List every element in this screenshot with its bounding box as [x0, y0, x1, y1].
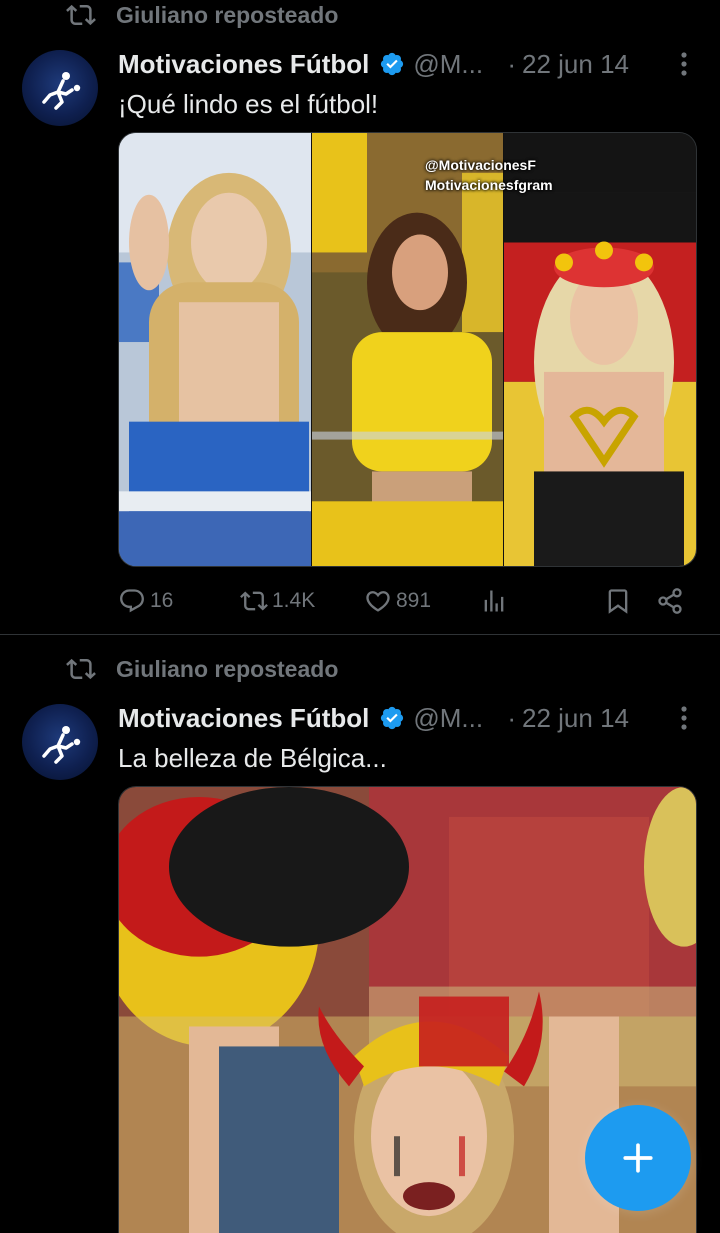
tweet-1[interactable]: Giuliano reposteado Motivaciones Fútbol … [0, 0, 720, 636]
tweet-divider [0, 634, 720, 635]
views-button[interactable] [480, 587, 508, 615]
bookmark-icon [608, 589, 628, 614]
timeline-feed: Giuliano reposteado Motivaciones Fútbol … [0, 0, 720, 1233]
tweet-text: La belleza de Bélgica... [118, 743, 387, 773]
author-handle[interactable]: @M... [413, 49, 493, 80]
separator-dot: · [507, 702, 517, 733]
share-icon [658, 588, 682, 614]
reply-count: 16 [150, 589, 174, 612]
author-handle[interactable]: @M... [413, 703, 493, 734]
reply-icon [120, 589, 144, 613]
author-name[interactable]: Motivaciones Fútbol [118, 703, 369, 734]
media-photo-1[interactable] [119, 133, 311, 566]
media-photo-3[interactable] [504, 133, 696, 566]
tweet-header: Motivaciones Fútbol @M... · 22 jun 14 [118, 700, 696, 736]
like-icon [366, 591, 390, 612]
repost-label: Giuliano reposteado [116, 655, 339, 682]
verified-badge-icon [381, 52, 404, 76]
tweet-date[interactable]: 22 jun 14 [522, 49, 629, 80]
like-button[interactable]: 891 [364, 587, 431, 615]
repost-icon [66, 658, 96, 680]
repost-context[interactable]: Giuliano reposteado [66, 0, 338, 30]
separator-dot: · [507, 48, 517, 79]
repost-button[interactable]: 1.4K [240, 587, 315, 615]
media-photo-2[interactable] [312, 133, 503, 566]
repost-count: 1.4K [272, 589, 316, 612]
tweet-text: ¡Qué lindo es el fútbol! [118, 89, 379, 119]
watermark-line-2: Motivacionesfgram [425, 177, 553, 193]
verified-badge-icon [381, 706, 404, 730]
repost-context[interactable]: Giuliano reposteado [66, 654, 338, 684]
reply-button[interactable]: 16 [118, 587, 173, 615]
more-options-icon [681, 706, 687, 730]
repost-label: Giuliano reposteado [116, 1, 339, 28]
share-button[interactable] [656, 587, 684, 615]
tweet-actions: 16 1.4K 891 [118, 581, 688, 621]
repost-icon [240, 591, 268, 611]
more-options-button[interactable] [672, 702, 696, 734]
repost-icon [66, 4, 96, 26]
like-count: 891 [396, 589, 432, 612]
author-name[interactable]: Motivaciones Fútbol [118, 49, 369, 80]
tweet-header: Motivaciones Fútbol @M... · 22 jun 14 [118, 46, 696, 82]
bookmark-button[interactable] [604, 587, 632, 615]
plus-icon [623, 1143, 653, 1173]
watermark-line-1: @MotivacionesF [425, 157, 536, 173]
views-icon [484, 590, 504, 612]
more-options-button[interactable] [672, 48, 696, 80]
avatar[interactable] [22, 704, 98, 780]
media-watermark: @MotivacionesF Motivacionesfgram [425, 155, 553, 195]
tweet-media[interactable]: @MotivacionesF Motivacionesfgram [118, 132, 697, 567]
more-options-icon [681, 52, 687, 76]
tweet-date[interactable]: 22 jun 14 [522, 703, 629, 734]
avatar[interactable] [22, 50, 98, 126]
compose-button[interactable] [585, 1105, 691, 1211]
